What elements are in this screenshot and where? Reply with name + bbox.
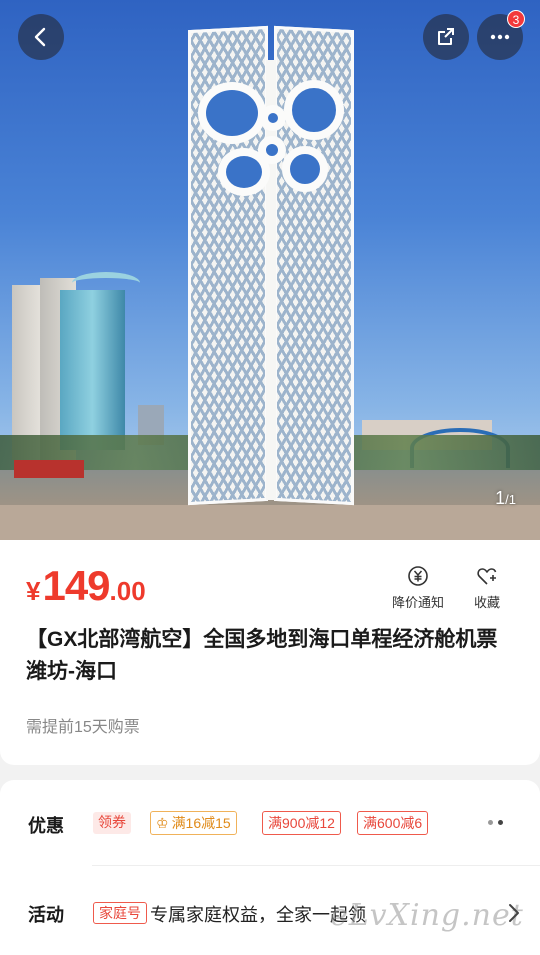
notify-label: 降价通知 <box>391 595 444 610</box>
more-dots-icon[interactable] <box>488 820 503 825</box>
promotions-card: 优惠 领券 ♔ 满16减15 满900减12 满600减6 活动 家庭号 专属家庭… <box>0 780 540 955</box>
monument-ring <box>258 136 286 164</box>
product-image[interactable]: 3 1/1 <box>0 0 540 540</box>
price-drop-icon <box>408 566 428 586</box>
product-title: 【GX北部湾航空】全国多地到海口单程经济舱机票 潍坊-海口 <box>26 628 498 683</box>
promo-chip[interactable]: ♔ 满16减15 <box>150 811 237 835</box>
coupon-tag[interactable]: 领券 <box>93 812 131 834</box>
monument-ring <box>282 146 328 192</box>
more-icon <box>490 34 510 40</box>
promo-chip[interactable]: 满900减12 <box>262 811 341 835</box>
favorite-label: 收藏 <box>473 595 500 610</box>
divider <box>92 865 540 866</box>
red-sign <box>14 460 84 478</box>
price-drop-notify-button[interactable]: 降价通知 <box>383 564 453 611</box>
activity-label: 活动 <box>28 905 64 925</box>
price-currency: ¥ <box>26 576 41 606</box>
promo-chip[interactable]: 满600减6 <box>357 811 429 835</box>
plaza-front <box>0 505 540 540</box>
chevron-right-icon[interactable] <box>505 902 523 924</box>
building <box>60 290 125 450</box>
promo-chip-label: 满16减15 <box>171 815 231 831</box>
price: ¥ 149 .00 <box>26 562 146 610</box>
pager-current: 1 <box>495 488 506 508</box>
image-pager: 1/1 <box>495 488 516 509</box>
heart-plus-icon <box>477 568 497 585</box>
price-decimal: .00 <box>109 576 146 606</box>
price-integer: 149 <box>42 562 110 609</box>
booking-note: 需提前15天购票 <box>26 719 140 736</box>
share-button[interactable] <box>423 14 469 60</box>
back-button[interactable] <box>18 14 64 60</box>
more-button[interactable]: 3 <box>477 10 525 60</box>
promotions-label: 优惠 <box>28 816 64 836</box>
back-arrow-icon <box>34 27 46 47</box>
pager-total: /1 <box>505 492 516 507</box>
favorite-button[interactable]: 收藏 <box>452 564 522 611</box>
monument-ring <box>260 105 286 131</box>
family-tag: 家庭号 <box>93 902 147 924</box>
share-icon <box>438 28 454 45</box>
crown-icon: ♔ <box>156 815 169 831</box>
watermark: eLvXing.net <box>330 898 524 933</box>
monument-ring <box>284 80 344 140</box>
notification-badge: 3 <box>507 10 525 28</box>
monument-ring <box>198 82 266 144</box>
product-info-card: ¥ 149 .00 降价通知 收藏 【GX北部湾航空】全国多地到海口单程经济舱机… <box>0 540 540 765</box>
